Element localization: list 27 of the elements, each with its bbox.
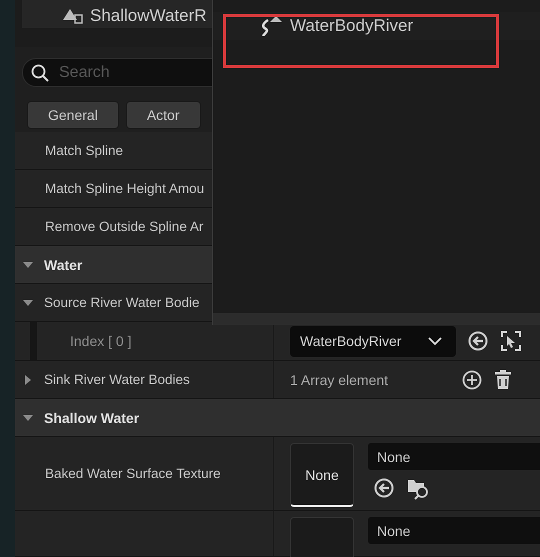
search-icon [31,64,49,82]
property-label: Baked Water Surface Texture [45,466,221,481]
property-label: Match Spline Height Amou [45,181,204,196]
river-icon [259,16,283,36]
category-header[interactable]: Water [44,256,82,272]
property-label: Remove Outside Spline Ar [45,219,204,234]
use-selected-icon[interactable] [374,478,394,498]
asset-field[interactable]: None [368,517,540,544]
asset-dropdown[interactable]: WaterBodyRiver [290,326,456,356]
picker-icon[interactable] [500,330,522,352]
property-label: Match Spline [45,143,124,158]
folder-search-icon[interactable] [407,478,431,500]
texture-thumbnail[interactable]: None [290,443,354,507]
asset-field[interactable]: None [368,443,540,470]
search-input[interactable]: Search [57,62,201,83]
filter-button[interactable]: Actor [126,101,200,130]
trash-icon[interactable] [494,370,512,390]
category-header[interactable]: Shallow Water [44,410,140,426]
outliner-item[interactable]: ShallowWaterR [90,6,207,26]
property-label: Sink River Water Bodies [44,372,190,387]
use-selected-icon[interactable] [468,331,488,351]
property-label: Source River Water Bodie [44,295,200,310]
filter-button[interactable]: General [27,101,119,130]
array-count: 1 Array element [290,372,390,388]
add-icon[interactable] [462,370,482,390]
array-index-label: Index [ 0 ] [70,333,132,349]
chevron-down-icon [428,336,442,346]
